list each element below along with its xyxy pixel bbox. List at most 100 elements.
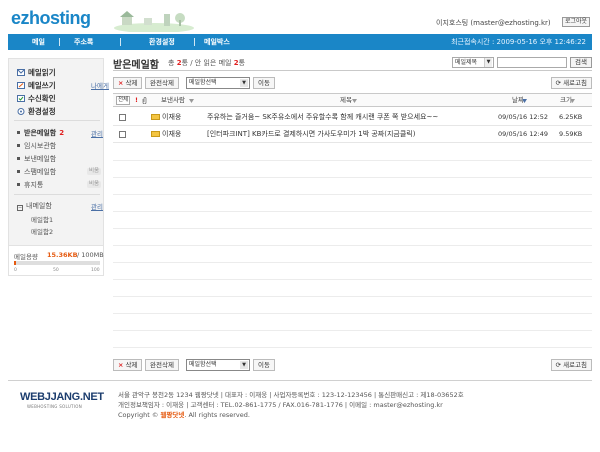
refresh-label: 새로고침: [563, 79, 587, 87]
usage-used: 15.36KB: [47, 251, 78, 259]
move-folder-select[interactable]: 메일함선택 ▼: [186, 77, 250, 89]
move-button[interactable]: 이동: [253, 359, 275, 371]
mail-usage-widget: 메일용량 15.36KB / 100MB 0 50 100: [8, 245, 104, 276]
sidebar-write-mail-label: 메일쓰기: [28, 81, 56, 90]
chevron-down-icon: ▼: [240, 79, 248, 87]
copyright-suffix: . All rights reserved.: [184, 411, 250, 419]
stats-suffix: 통: [238, 59, 246, 67]
bullet-icon: [17, 170, 20, 173]
usage-total: / 100MB: [77, 251, 104, 259]
move-folder-select[interactable]: 메일함선택 ▼: [186, 359, 250, 371]
search-input[interactable]: [497, 57, 567, 68]
nav-separator: [120, 38, 121, 46]
mailbox-item[interactable]: 메일함1: [31, 214, 53, 224]
usage-tick-max: 100: [91, 268, 100, 273]
user-info: 이지호스팅 (master@ezhosting.kr): [436, 19, 551, 27]
empty-row-line: [113, 296, 592, 297]
usage-tick-min: 0: [14, 268, 17, 273]
attachment-icon: [142, 97, 147, 104]
mailbox-item[interactable]: 메일함2: [31, 226, 53, 236]
row-checkbox[interactable]: [119, 131, 126, 138]
sidebar-receipt-check[interactable]: 수신확인: [17, 93, 56, 104]
mail-sender[interactable]: 이재웅: [162, 126, 181, 142]
empty-row-line: [113, 228, 592, 229]
footer-company-info: 서울 관악구 봉천2동 1234 웹짱닷넷 | 대표자 : 이재웅 | 사업자등…: [118, 391, 464, 399]
mail-size: 9.59KB: [559, 130, 583, 138]
logout-button[interactable]: 로그아웃: [562, 17, 590, 27]
stats-prefix: 총: [168, 59, 175, 67]
refresh-button[interactable]: ⟳ 새로고침: [550, 359, 592, 371]
subject-column[interactable]: 제목: [340, 94, 352, 107]
my-mailbox-label: 내메일함: [26, 202, 52, 210]
nav-mailbox[interactable]: 메일박스: [204, 34, 230, 50]
footer-contact-info: 개인정보책임자 : 이재웅 | 고객센터 : TEL.02-861-1775 /…: [118, 401, 443, 409]
nav-settings[interactable]: 환경설정: [149, 34, 175, 50]
main-navbar: 메일 주소록 환경설정 메일박스 최근접속시간 : 2009-05-16 오후 …: [8, 34, 592, 50]
last-login-time: 최근접속시간 : 2009-05-16 오후 12:46:22: [451, 38, 586, 46]
bullet-icon: [17, 157, 20, 160]
select-all-button[interactable]: 전체: [116, 96, 131, 105]
folder-trash[interactable]: 휴지통: [17, 180, 43, 190]
sort-down-icon[interactable]: [189, 99, 194, 103]
empty-spam-button[interactable]: 비움: [87, 168, 102, 175]
mail-subject[interactable]: [인터파크INT] KB카드로 결제하시면 가사도우미가 1박 공짜(지금클릭): [207, 126, 415, 142]
important-column[interactable]: !: [135, 94, 138, 107]
empty-trash-button[interactable]: 비움: [87, 181, 102, 188]
collapse-icon[interactable]: −: [17, 205, 23, 211]
folder-spam[interactable]: 스팸메일함: [17, 167, 56, 177]
refresh-label: 새로고침: [563, 361, 587, 369]
usage-label: 메일용량: [14, 253, 38, 261]
empty-row-line: [113, 262, 592, 263]
unread-envelope-icon: [151, 131, 160, 137]
unread-envelope-icon: [151, 114, 160, 120]
footer-copyright: Copyright © 웹짱닷넷. All rights reserved.: [118, 409, 250, 419]
row-checkbox[interactable]: [119, 114, 126, 121]
inbox-manage-link[interactable]: 관리: [91, 128, 103, 138]
delete-button[interactable]: × 삭제: [113, 359, 143, 371]
search-button[interactable]: 검색: [570, 57, 592, 68]
mail-subject[interactable]: 주유하는 즐거움~ SK주유소에서 주유할수록 함께 캐시랜 쿠폰 쪽 받으세요…: [207, 109, 438, 125]
ezhosting-logo[interactable]: ezhosting: [11, 8, 91, 29]
my-mailbox-manage-link[interactable]: 관리: [91, 201, 103, 211]
mail-toolbar-bottom: × 삭제 완전삭제 메일함선택 ▼ 이동 ⟳ 새로고침: [113, 358, 592, 373]
delete-button[interactable]: × 삭제: [113, 77, 143, 89]
mail-row[interactable]: 이재웅 [인터파크INT] KB카드로 결제하시면 가사도우미가 1박 공짜(지…: [113, 126, 592, 143]
nav-mail[interactable]: 메일: [32, 34, 45, 50]
delete-label: 삭제: [125, 79, 138, 87]
header-illustration: [114, 11, 194, 32]
footer-logo[interactable]: WEBJJANG.NET: [20, 391, 104, 403]
folder-spam-label: 스팸메일함: [24, 168, 57, 176]
copyright-prefix: Copyright ©: [118, 411, 159, 419]
write-to-self-link[interactable]: 나에게: [91, 80, 109, 90]
empty-row-line: [113, 211, 592, 212]
my-mailbox-header[interactable]: − 내메일함: [17, 201, 52, 211]
perm-delete-button[interactable]: 완전삭제: [145, 77, 179, 89]
perm-delete-button[interactable]: 완전삭제: [145, 359, 179, 371]
folder-drafts[interactable]: 임시보관함: [17, 141, 56, 151]
nav-address-book[interactable]: 주소록: [74, 34, 93, 50]
folder-sent[interactable]: 보낸메일함: [17, 154, 56, 164]
mail-row[interactable]: 이재웅 주유하는 즐거움~ SK주유소에서 주유할수록 함께 캐시랜 쿠폰 쪽 …: [113, 109, 592, 126]
search-field-select[interactable]: 메일제목 ▼: [452, 57, 494, 68]
copyright-brand: 웹짱닷넷: [160, 411, 185, 419]
gear-icon: [17, 108, 25, 115]
usage-progress-bar: [14, 261, 100, 265]
receipt-check-icon: [17, 95, 25, 102]
folder-trash-label: 휴지통: [24, 181, 44, 189]
refresh-button[interactable]: ⟳ 새로고침: [550, 77, 592, 89]
sidebar-write-mail[interactable]: 메일쓰기: [17, 80, 56, 91]
sidebar-read-mail[interactable]: 메일읽기: [17, 67, 56, 78]
mail-sender[interactable]: 이재웅: [162, 109, 181, 125]
sender-column[interactable]: 보낸사람: [161, 94, 185, 107]
sort-down-icon[interactable]: [352, 99, 357, 103]
chevron-down-icon: ▼: [240, 361, 248, 369]
move-button[interactable]: 이동: [253, 77, 275, 89]
usage-progress-fill: [14, 261, 16, 265]
move-folder-value: 메일함선택: [189, 79, 217, 86]
sort-down-icon[interactable]: [522, 99, 527, 103]
sort-down-icon[interactable]: [570, 99, 575, 103]
folder-inbox[interactable]: 받은메일함 2: [17, 128, 64, 138]
page-title: 받은메일함: [113, 60, 159, 71]
move-folder-value: 메일함선택: [189, 361, 217, 368]
sidebar-preferences[interactable]: 환경설정: [17, 106, 56, 117]
